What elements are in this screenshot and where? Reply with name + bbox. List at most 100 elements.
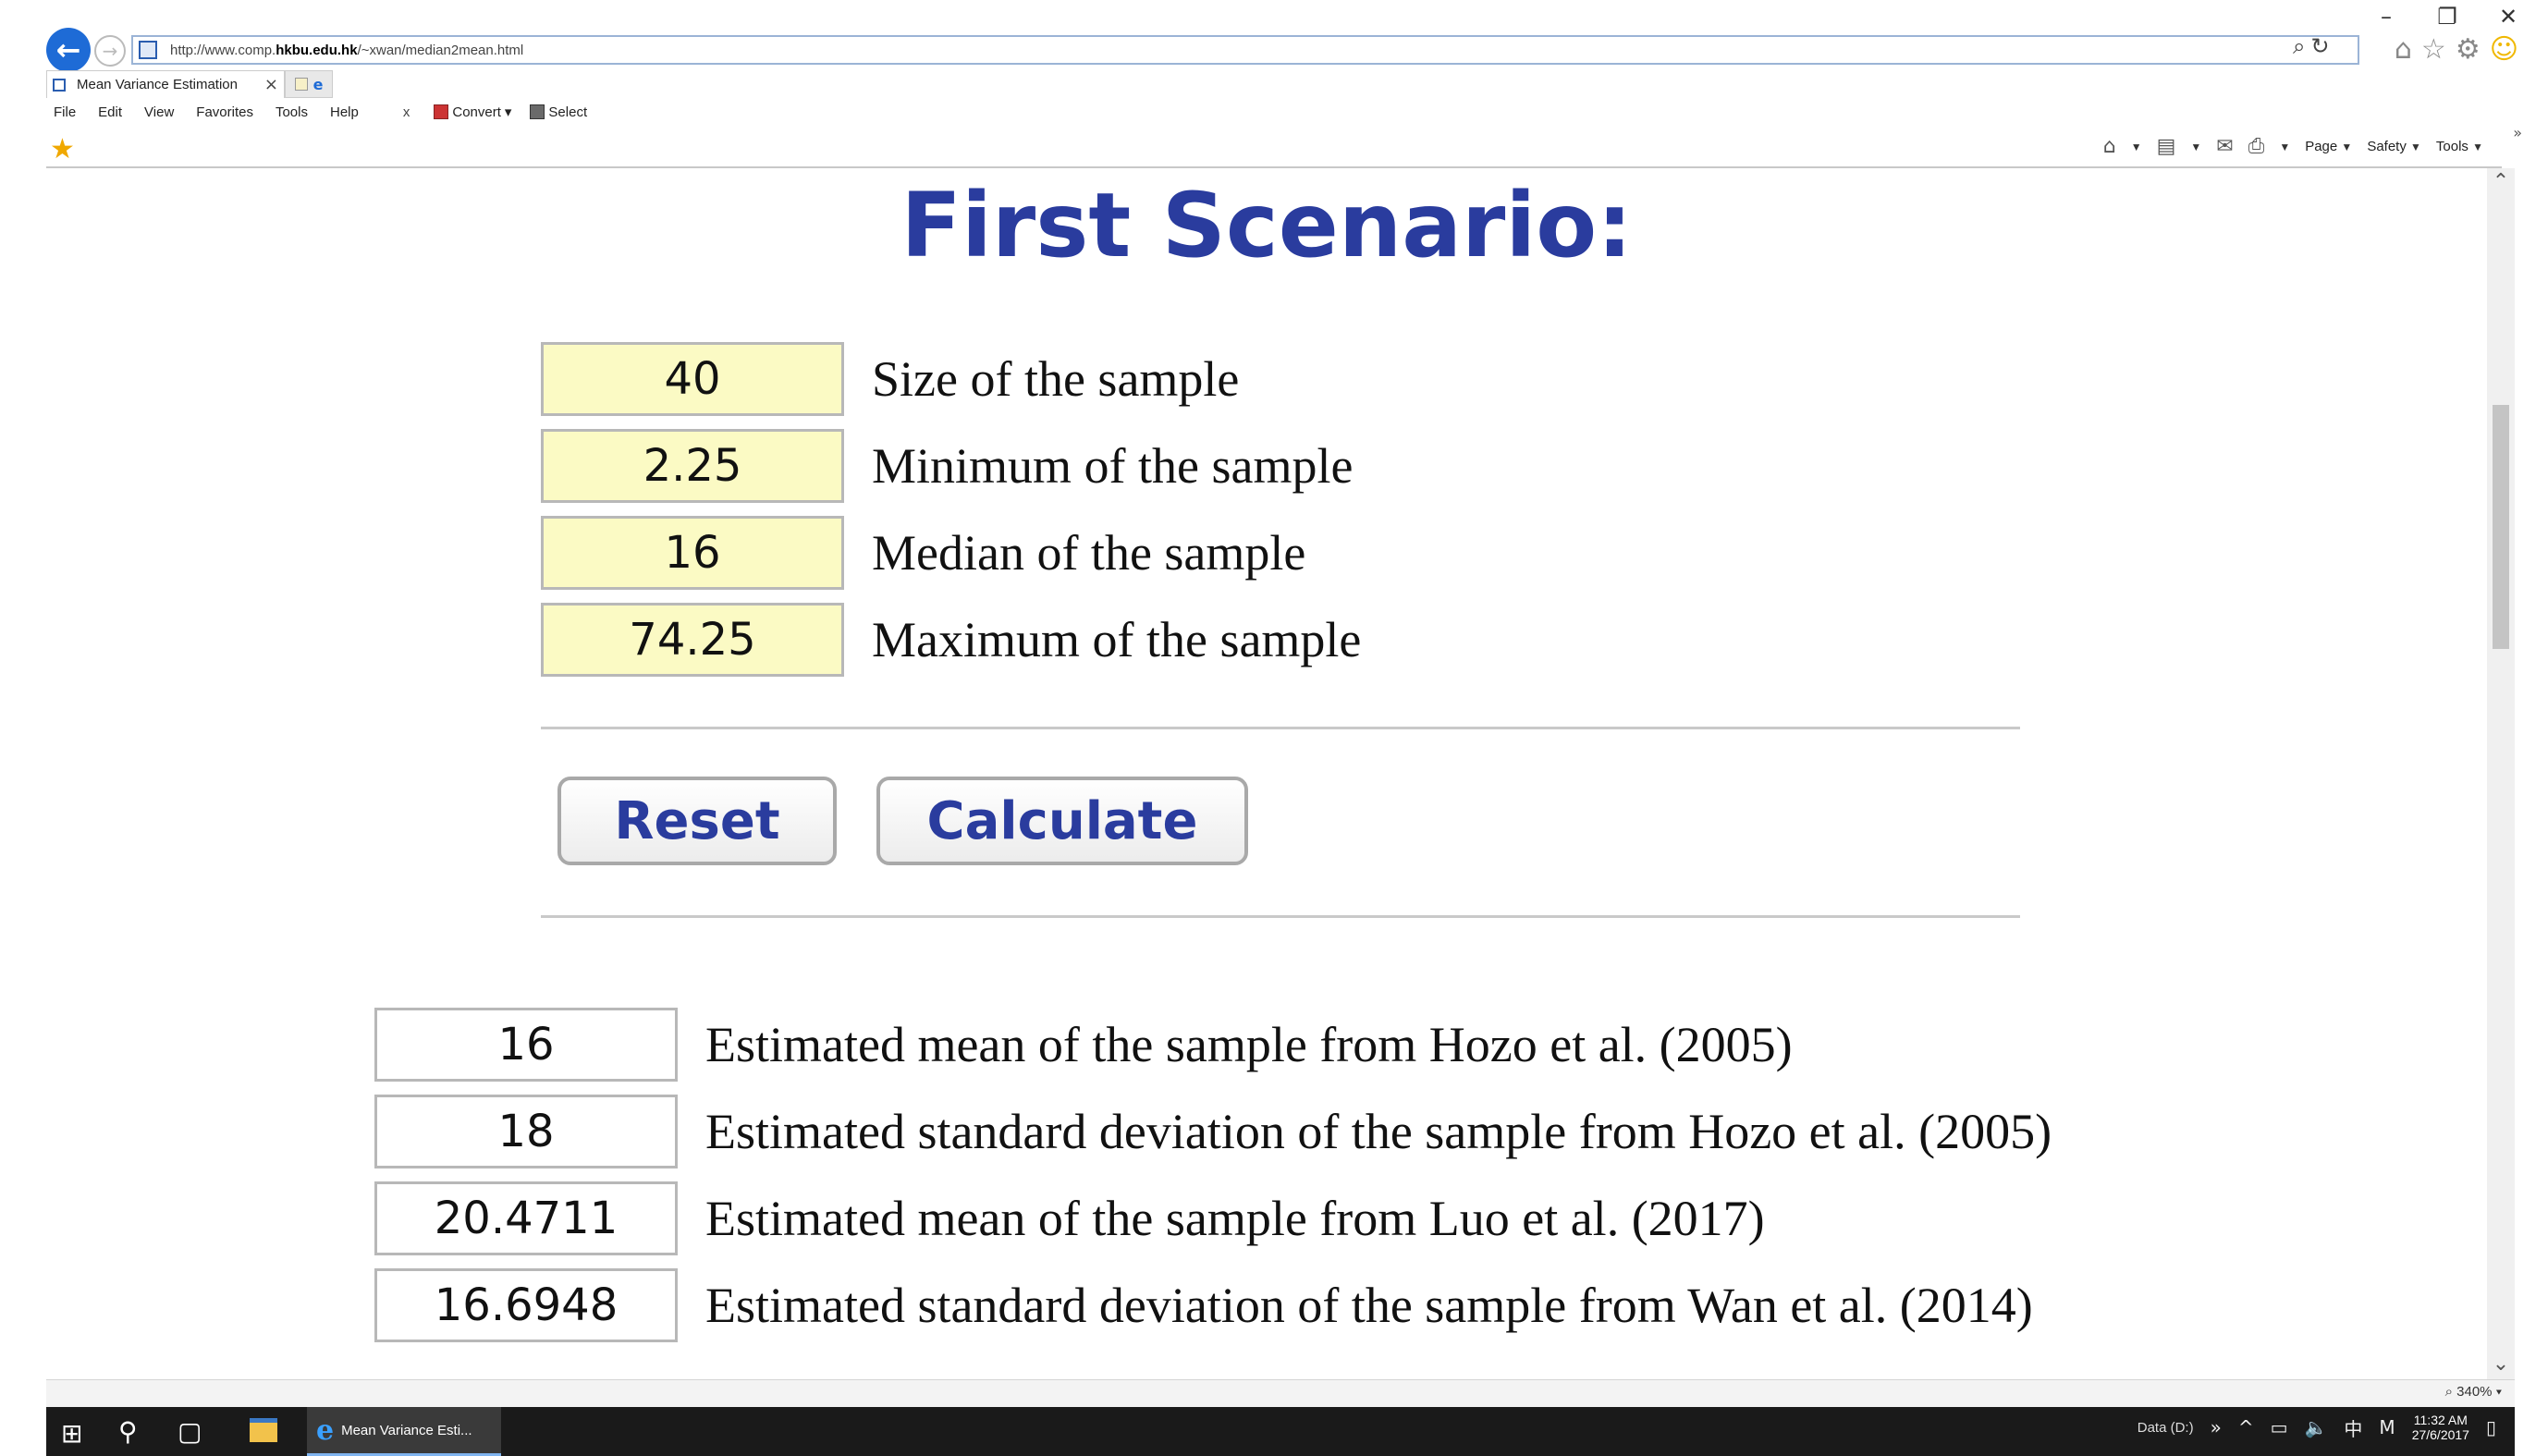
- output-row-luo-mean: 20.4711 Estimated mean of the sample fro…: [374, 1181, 1765, 1255]
- calculate-button[interactable]: Calculate: [876, 777, 1248, 865]
- feeds-icon[interactable]: ▤: [2157, 135, 2176, 158]
- tools-menu-label: Tools: [2435, 139, 2468, 154]
- sample-median-input[interactable]: 16: [541, 516, 844, 590]
- safety-menu[interactable]: Safety ▼: [2367, 139, 2421, 154]
- restore-icon[interactable]: ❐: [2435, 4, 2459, 30]
- taskbar: ⊞ ⚲ ▢ e Mean Variance Esti... Data (D:) …: [46, 1407, 2515, 1456]
- add-favorites-icon[interactable]: ★: [50, 133, 75, 165]
- select-label: Select: [548, 104, 588, 120]
- wan-sd-output: 16.6948: [374, 1268, 678, 1342]
- chevron-down-icon[interactable]: ▼: [2279, 141, 2290, 153]
- url-host: hkbu.edu.hk: [276, 42, 358, 58]
- chevron-down-icon[interactable]: ▼: [2190, 141, 2201, 153]
- file-explorer-icon[interactable]: [250, 1418, 277, 1442]
- scroll-thumb[interactable]: [2493, 405, 2509, 649]
- page-title: First Scenario:: [900, 174, 1633, 277]
- tab-row: Mean Variance Estimation × e: [46, 70, 333, 98]
- sample-median-label: Median of the sample: [872, 525, 1306, 581]
- chevron-down-icon: ▾: [504, 104, 512, 120]
- luo-mean-label: Estimated mean of the sample from Luo et…: [705, 1191, 1765, 1246]
- search-icon[interactable]: ⌕: [2293, 33, 2305, 59]
- zoom-icon: ⌕: [2444, 1384, 2453, 1400]
- tray-drive-label[interactable]: Data (D:): [2138, 1420, 2194, 1436]
- chevron-down-icon[interactable]: ▼: [2131, 141, 2142, 153]
- tray-expand-icon[interactable]: ^: [2238, 1416, 2254, 1438]
- sample-size-input[interactable]: 40: [541, 342, 844, 416]
- hozo-mean-output: 16: [374, 1008, 678, 1082]
- chevron-more-icon[interactable]: »: [2211, 1416, 2222, 1438]
- mail-icon[interactable]: ✉: [2216, 135, 2233, 158]
- scroll-up-icon[interactable]: ⌃: [2487, 170, 2515, 193]
- tab-mean-variance[interactable]: Mean Variance Estimation ×: [46, 70, 285, 98]
- ie-logo-icon: e: [316, 1413, 335, 1447]
- network-icon[interactable]: ▭: [2271, 1416, 2288, 1438]
- notification-icon[interactable]: ▯: [2486, 1416, 2496, 1438]
- taskbar-app-label: Mean Variance Esti...: [341, 1422, 472, 1438]
- print-icon[interactable]: ⎙: [2248, 135, 2265, 158]
- menu-help[interactable]: Help: [330, 104, 359, 120]
- tray-app-icon[interactable]: M: [2379, 1416, 2395, 1438]
- toolbar-close-icon[interactable]: x: [403, 104, 410, 120]
- address-tools: ⌕ ↻: [2293, 33, 2330, 59]
- input-row-minimum: 2.25 Minimum of the sample: [541, 429, 1353, 503]
- close-icon[interactable]: ✕: [2496, 4, 2520, 30]
- refresh-icon[interactable]: ↻: [2310, 33, 2329, 59]
- menu-edit[interactable]: Edit: [98, 104, 122, 120]
- home-page-icon[interactable]: ⌂: [2103, 135, 2116, 158]
- clock[interactable]: 11:32 AM 27/6/2017: [2412, 1413, 2469, 1442]
- convert-button[interactable]: Convert ▾: [434, 104, 511, 120]
- page-menu[interactable]: Page ▼: [2305, 139, 2352, 154]
- zoom-control[interactable]: ⌕ 340% ▾: [2445, 1384, 2502, 1400]
- chevron-down-icon: ▼: [2472, 141, 2483, 153]
- address-bar[interactable]: http://www.comp.hkbu.edu.hk/~xwan/median…: [131, 35, 2359, 65]
- chevron-more-icon[interactable]: »: [2513, 124, 2522, 141]
- menu-favorites[interactable]: Favorites: [196, 104, 253, 120]
- minimize-icon[interactable]: –: [2374, 4, 2398, 30]
- home-icon[interactable]: ⌂: [2395, 33, 2412, 66]
- menu-view[interactable]: View: [144, 104, 174, 120]
- command-bar: ⌂ ▼ ▤ ▼ ✉ ⎙ ▼ Page ▼ Safety ▼ Tools ▼: [2103, 135, 2483, 158]
- scroll-down-icon[interactable]: ⌄: [2487, 1352, 2515, 1376]
- vertical-scrollbar[interactable]: ⌃ ⌄: [2487, 168, 2515, 1379]
- chevron-down-icon: ▾: [2495, 1384, 2502, 1400]
- menu-file[interactable]: File: [54, 104, 76, 120]
- task-view-icon[interactable]: ▢: [178, 1416, 202, 1447]
- page-icon: [139, 41, 157, 59]
- forward-button[interactable]: →: [94, 35, 126, 67]
- address-url[interactable]: http://www.comp.hkbu.edu.hk/~xwan/median…: [170, 43, 523, 58]
- favorites-star-icon[interactable]: ☆: [2421, 33, 2446, 66]
- sample-minimum-label: Minimum of the sample: [872, 438, 1354, 494]
- url-prefix: http://www.comp.: [170, 42, 276, 58]
- windows-start-icon[interactable]: ⊞: [61, 1418, 82, 1449]
- sample-maximum-label: Maximum of the sample: [872, 612, 1362, 667]
- sample-maximum-input[interactable]: 74.25: [541, 603, 844, 677]
- page-content: First Scenario: 40 Size of the sample 2.…: [46, 168, 2487, 1379]
- clock-date: 27/6/2017: [2411, 1427, 2469, 1442]
- taskbar-app-ie[interactable]: e Mean Variance Esti...: [307, 1407, 501, 1456]
- tools-menu[interactable]: Tools ▼: [2436, 139, 2483, 154]
- sample-minimum-input[interactable]: 2.25: [541, 429, 844, 503]
- volume-icon[interactable]: 🔈: [2305, 1416, 2328, 1438]
- page-menu-label: Page: [2305, 139, 2338, 154]
- input-row-median: 16 Median of the sample: [541, 516, 1305, 590]
- menu-tools[interactable]: Tools: [276, 104, 308, 120]
- tab-page-icon: [53, 78, 66, 92]
- reset-button[interactable]: Reset: [557, 777, 837, 865]
- output-row-hozo-sd: 18 Estimated standard deviation of the s…: [374, 1095, 2052, 1168]
- search-icon[interactable]: ⚲: [118, 1416, 138, 1447]
- tab-close-icon[interactable]: ×: [264, 75, 278, 94]
- clock-time: 11:32 AM: [2413, 1413, 2468, 1427]
- chevron-down-icon: ▼: [2410, 141, 2421, 153]
- safety-menu-label: Safety: [2367, 139, 2407, 154]
- back-arrow-icon: ←: [55, 32, 81, 67]
- new-tab-button[interactable]: e: [285, 70, 333, 98]
- url-path: /~xwan/median2mean.html: [357, 42, 524, 58]
- input-method-icon[interactable]: 中: [2344, 1414, 2362, 1441]
- feedback-smiley-icon[interactable]: ☺: [2490, 33, 2518, 66]
- luo-mean-output: 20.4711: [374, 1181, 678, 1255]
- gear-icon[interactable]: ⚙: [2456, 33, 2481, 66]
- status-bar: ⌕ 340% ▾: [46, 1379, 2515, 1407]
- back-button[interactable]: ←: [46, 28, 91, 72]
- select-button[interactable]: Select: [530, 104, 587, 120]
- wan-sd-label: Estimated standard deviation of the samp…: [705, 1278, 2033, 1333]
